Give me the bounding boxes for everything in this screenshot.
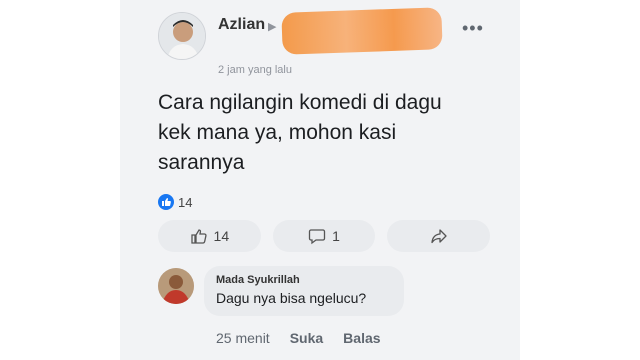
share-icon <box>431 229 447 244</box>
author-avatar[interactable] <box>158 12 206 60</box>
action-bar: 14 1 <box>158 220 491 252</box>
commenter-photo <box>158 268 194 304</box>
author-photo <box>159 13 205 59</box>
comment-reply-button[interactable]: Balas <box>343 330 380 346</box>
more-options-icon[interactable]: ••• <box>462 18 484 39</box>
comment-author-name[interactable]: Mada Syukrillah <box>216 274 392 286</box>
redaction-mark <box>281 7 443 55</box>
comment-bubble: Mada Syukrillah Dagu nya bisa ngelucu? <box>204 266 404 316</box>
comment-text: Dagu nya bisa ngelucu? <box>216 290 367 306</box>
post-author-name[interactable]: Azlian <box>218 16 265 34</box>
share-button[interactable] <box>387 220 491 252</box>
caret-right-icon: ▶ <box>268 21 277 33</box>
like-count: 14 <box>213 228 230 244</box>
comment-timestamp[interactable]: 25 menit <box>216 330 270 346</box>
reaction-summary[interactable]: 14 <box>158 194 192 210</box>
thumbs-up-icon <box>190 229 207 244</box>
like-reaction-icon <box>158 194 174 210</box>
post-timestamp[interactable]: 2 jam yang lalu <box>218 64 292 76</box>
comment-count: 1 <box>332 228 340 244</box>
like-button[interactable]: 14 <box>158 220 261 252</box>
commenter-avatar[interactable] <box>158 268 194 304</box>
comment-like-button[interactable]: Suka <box>290 330 323 346</box>
comment-meta: 25 menit Suka Balas <box>216 330 381 346</box>
reaction-count: 14 <box>178 194 193 210</box>
comment-button[interactable]: 1 <box>272 220 376 252</box>
post-body: Cara ngilangin komedi di dagu kek mana y… <box>158 91 442 174</box>
comment-icon <box>308 229 326 245</box>
